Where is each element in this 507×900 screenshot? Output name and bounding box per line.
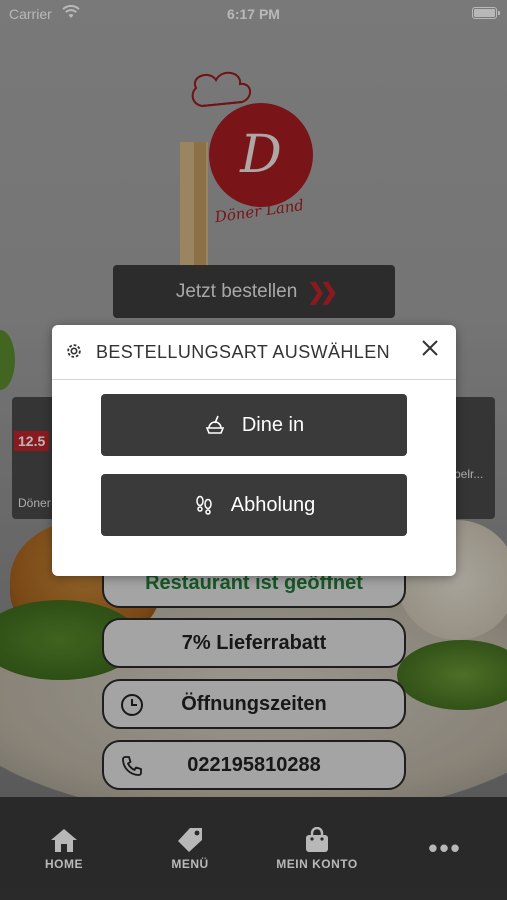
modal-header: BESTELLUNGSART AUSWÄHLEN — [52, 325, 456, 380]
dine-in-label: Dine in — [241, 413, 305, 436]
dine-in-icon — [205, 415, 225, 434]
pickup-button[interactable]: Abholung — [101, 474, 407, 536]
dine-in-button[interactable]: Dine in — [101, 394, 407, 456]
close-icon[interactable] — [420, 338, 440, 358]
pickup-label: Abholung — [230, 493, 316, 516]
gear-icon — [67, 344, 81, 358]
modal-title: BESTELLUNGSART AUSWÄHLEN — [96, 342, 391, 362]
footsteps-icon — [195, 495, 212, 515]
order-type-modal: BESTELLUNGSART AUSWÄHLEN Dine in Abholun… — [52, 325, 456, 576]
